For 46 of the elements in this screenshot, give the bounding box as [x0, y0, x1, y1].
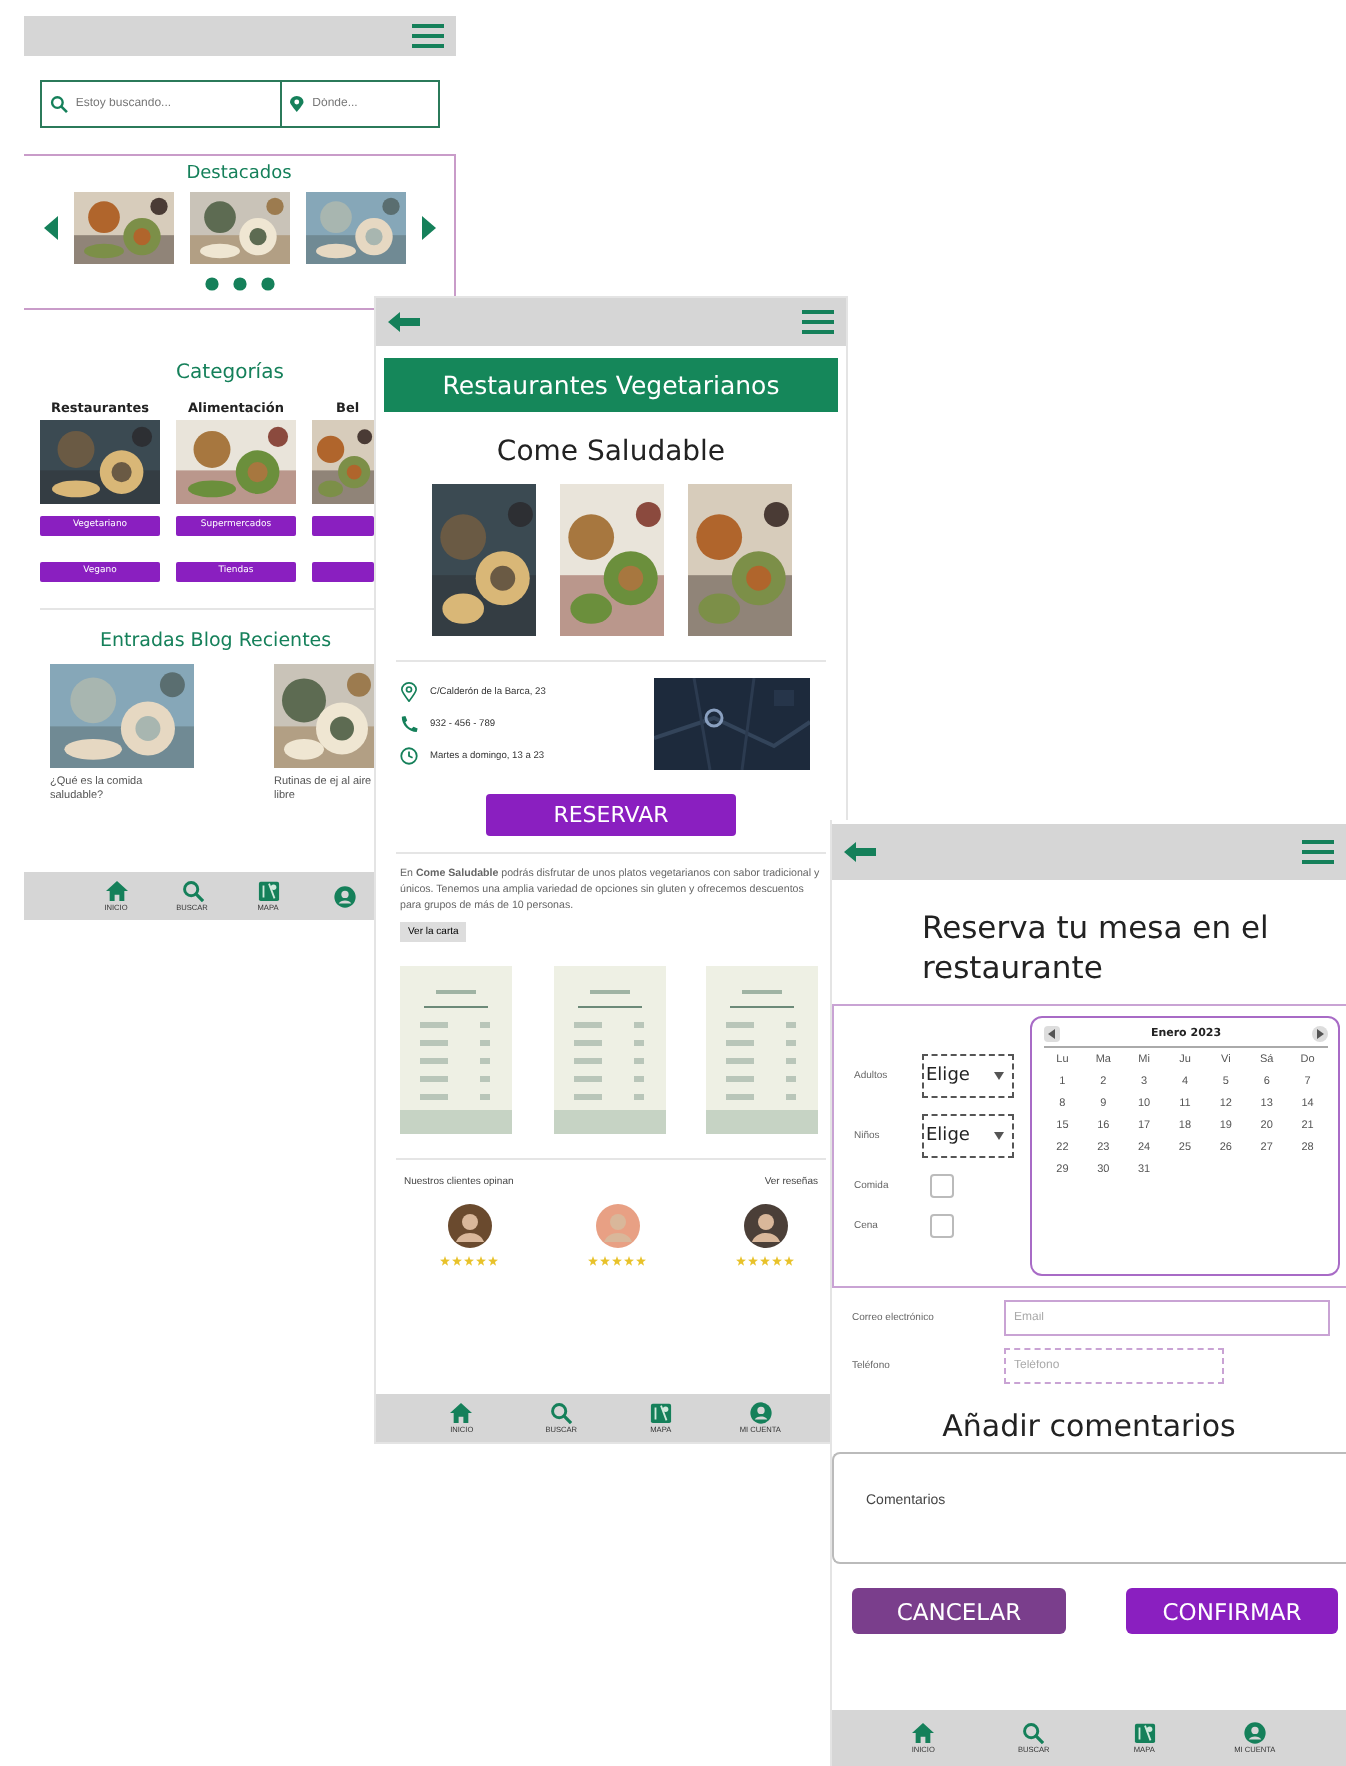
next-month-icon[interactable] — [1312, 1026, 1328, 1043]
section-title: Destacados — [186, 164, 292, 184]
map-icon — [649, 1402, 672, 1424]
menu-icon — [1302, 840, 1334, 864]
checkbox[interactable] — [930, 1174, 954, 1199]
cancel-button[interactable]: CANCELAR — [852, 1588, 1066, 1635]
page-title: Reserva tu mesa en el restaurante — [920, 908, 1271, 989]
caret-icon — [994, 1072, 1004, 1081]
location-pin-icon — [290, 94, 305, 114]
section-title: Categorías — [174, 362, 286, 384]
account-icon — [749, 1402, 772, 1424]
reserve-button[interactable]: RESERVAR — [486, 794, 736, 836]
search-icon — [1022, 1722, 1045, 1744]
dropdown[interactable]: Elige — [922, 1114, 1014, 1159]
back-arrow-icon — [844, 842, 876, 862]
clock-icon — [400, 746, 418, 766]
right-arrow-icon[interactable] — [421, 216, 435, 240]
back-arrow-icon — [388, 312, 420, 332]
menu-icon — [412, 24, 444, 48]
avatar-icon — [595, 1203, 639, 1248]
caret-icon — [994, 1132, 1004, 1141]
checkbox[interactable] — [930, 1214, 954, 1239]
search-icon — [550, 1402, 573, 1424]
map-icon — [1133, 1722, 1156, 1744]
account-icon — [333, 885, 355, 907]
avatar-icon — [743, 1203, 787, 1248]
confirm-button[interactable]: CONFIRMAR — [1126, 1588, 1338, 1635]
account-icon — [1243, 1722, 1266, 1744]
menu-icon — [802, 310, 834, 334]
search-icon — [50, 94, 68, 114]
avatar-icon — [447, 1203, 491, 1248]
left-arrow-icon[interactable] — [43, 216, 57, 240]
dropdown[interactable]: Elige — [922, 1054, 1014, 1099]
map-icon — [257, 880, 279, 902]
home-icon — [912, 1722, 935, 1744]
phone-icon — [400, 714, 418, 734]
home-icon — [450, 1402, 473, 1424]
location-pin-icon — [400, 682, 418, 702]
restaurant-name: Come Saludable — [494, 436, 728, 468]
carousel-dots-icon[interactable] — [203, 276, 275, 292]
page-banner: Restaurantes Vegetarianos — [384, 358, 838, 412]
section-title: Añadir comentarios — [940, 1408, 1238, 1445]
previous-month-icon[interactable] — [1044, 1026, 1060, 1043]
section-title: Entradas Blog Recientes — [98, 630, 334, 652]
home-icon — [105, 880, 127, 902]
search-icon — [181, 880, 203, 902]
